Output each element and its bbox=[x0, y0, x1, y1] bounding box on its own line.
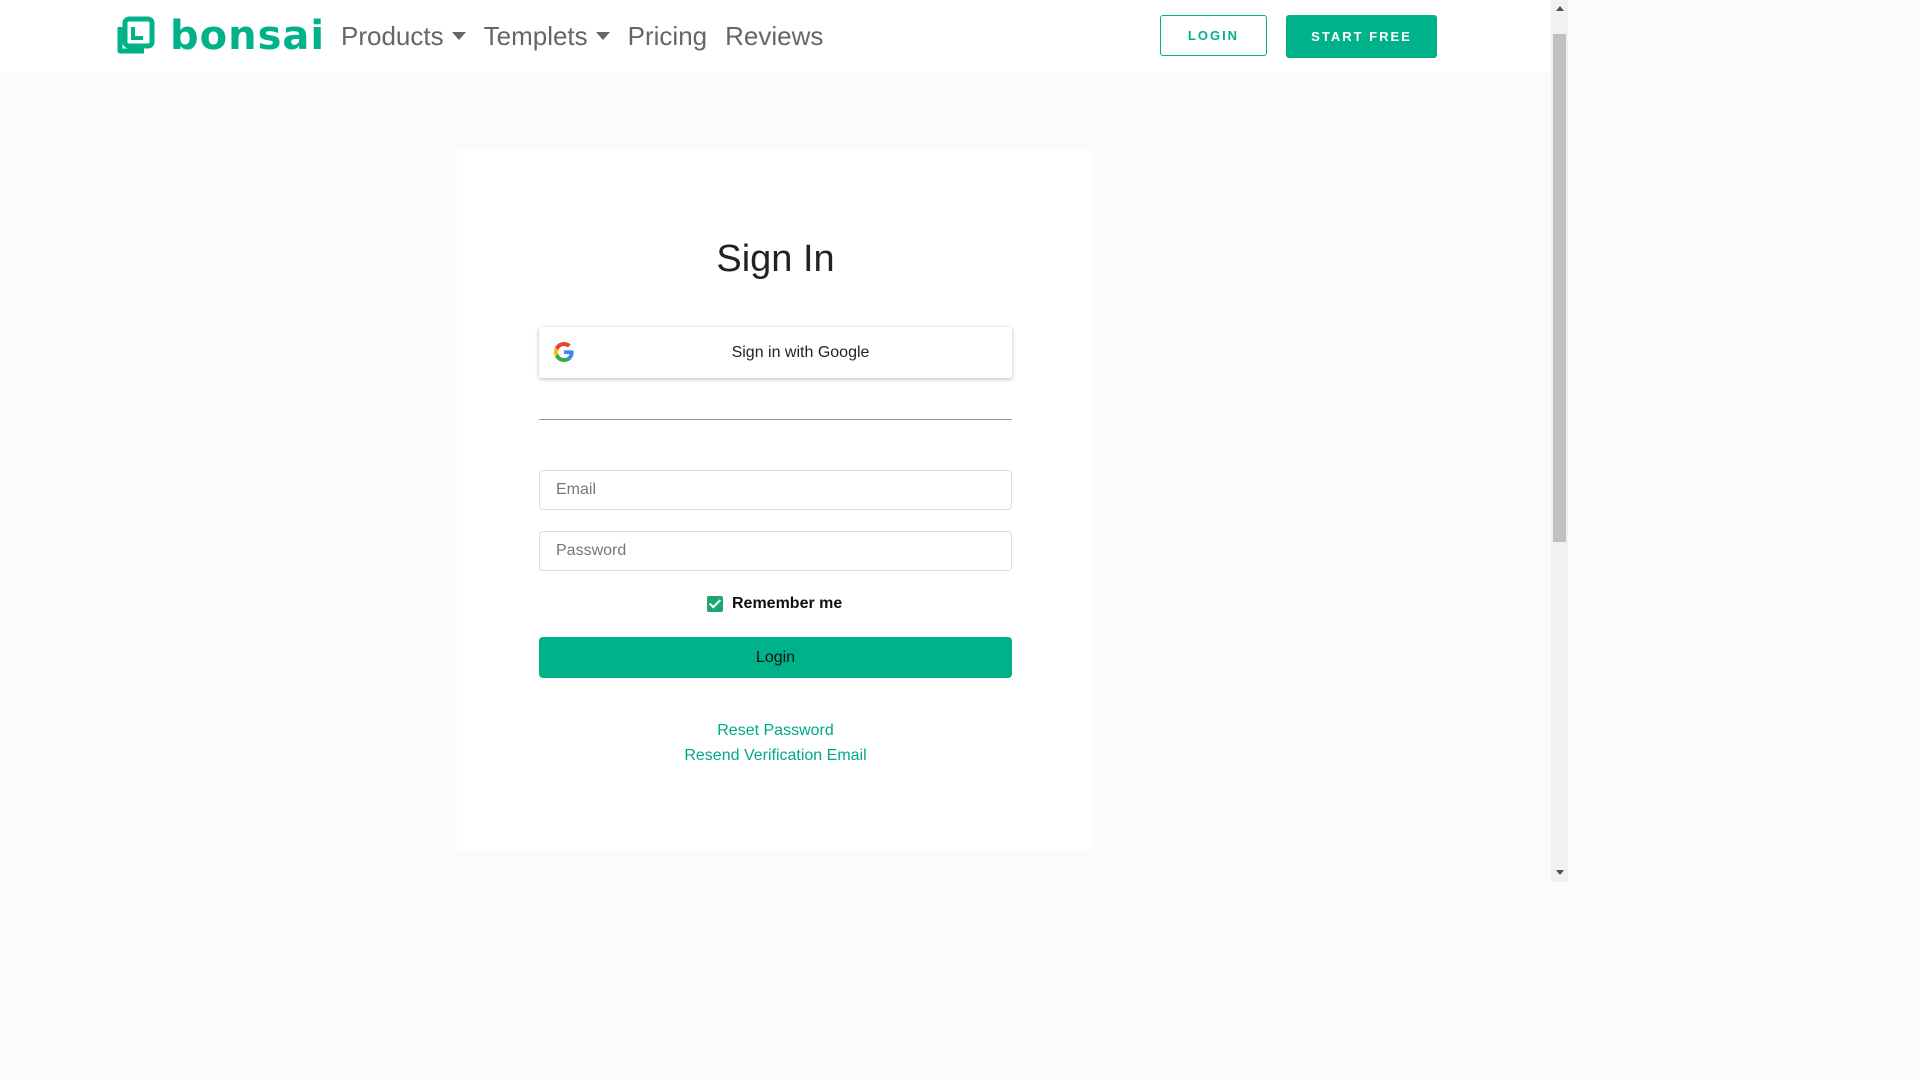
remember-me: Remember me bbox=[707, 595, 842, 613]
nav-reviews-label: Reviews bbox=[725, 21, 824, 51]
login-submit-button[interactable]: Login bbox=[539, 637, 1012, 678]
bonsai-logo[interactable]: bonsai bbox=[114, 14, 325, 58]
nav-reviews[interactable]: Reviews bbox=[725, 18, 823, 54]
nav-templets[interactable]: Templets bbox=[484, 18, 610, 54]
nav-products-label: Products bbox=[341, 21, 444, 51]
nav-pricing[interactable]: Pricing bbox=[628, 18, 707, 54]
email-input[interactable] bbox=[539, 470, 1012, 510]
caret-down-icon bbox=[595, 32, 610, 40]
google-signin-button[interactable]: Sign in with Google bbox=[539, 327, 1012, 378]
remember-me-label[interactable]: Remember me bbox=[732, 595, 842, 613]
scroll-up-icon[interactable] bbox=[1556, 6, 1564, 11]
page-title: Sign In bbox=[716, 238, 835, 280]
scroll-down-icon[interactable] bbox=[1556, 870, 1564, 875]
nav-products[interactable]: Products bbox=[341, 18, 466, 54]
divider bbox=[539, 419, 1012, 420]
scroll-thumb[interactable] bbox=[1553, 34, 1566, 542]
remember-me-checkbox[interactable] bbox=[707, 596, 723, 612]
start-free-button[interactable]: START FREE bbox=[1286, 15, 1437, 58]
vertical-scrollbar[interactable] bbox=[1551, 0, 1568, 882]
header-login-button[interactable]: LOGIN bbox=[1160, 15, 1267, 56]
main-nav: Products Templets Pricing Reviews bbox=[341, 18, 841, 54]
top-header: bonsai Products Templets Pricing Reviews… bbox=[0, 0, 1551, 72]
password-input[interactable] bbox=[539, 531, 1012, 571]
google-signin-label: Sign in with Google bbox=[731, 344, 870, 361]
resend-verification-link[interactable]: Resend Verification Email bbox=[0, 747, 1551, 765]
nav-templets-label: Templets bbox=[483, 21, 588, 51]
nav-pricing-label: Pricing bbox=[627, 21, 708, 51]
reset-password-link[interactable]: Reset Password bbox=[0, 722, 1551, 740]
bonsai-logo-icon bbox=[117, 16, 155, 54]
caret-down-icon bbox=[451, 32, 466, 40]
logo-text: bonsai bbox=[170, 13, 326, 59]
